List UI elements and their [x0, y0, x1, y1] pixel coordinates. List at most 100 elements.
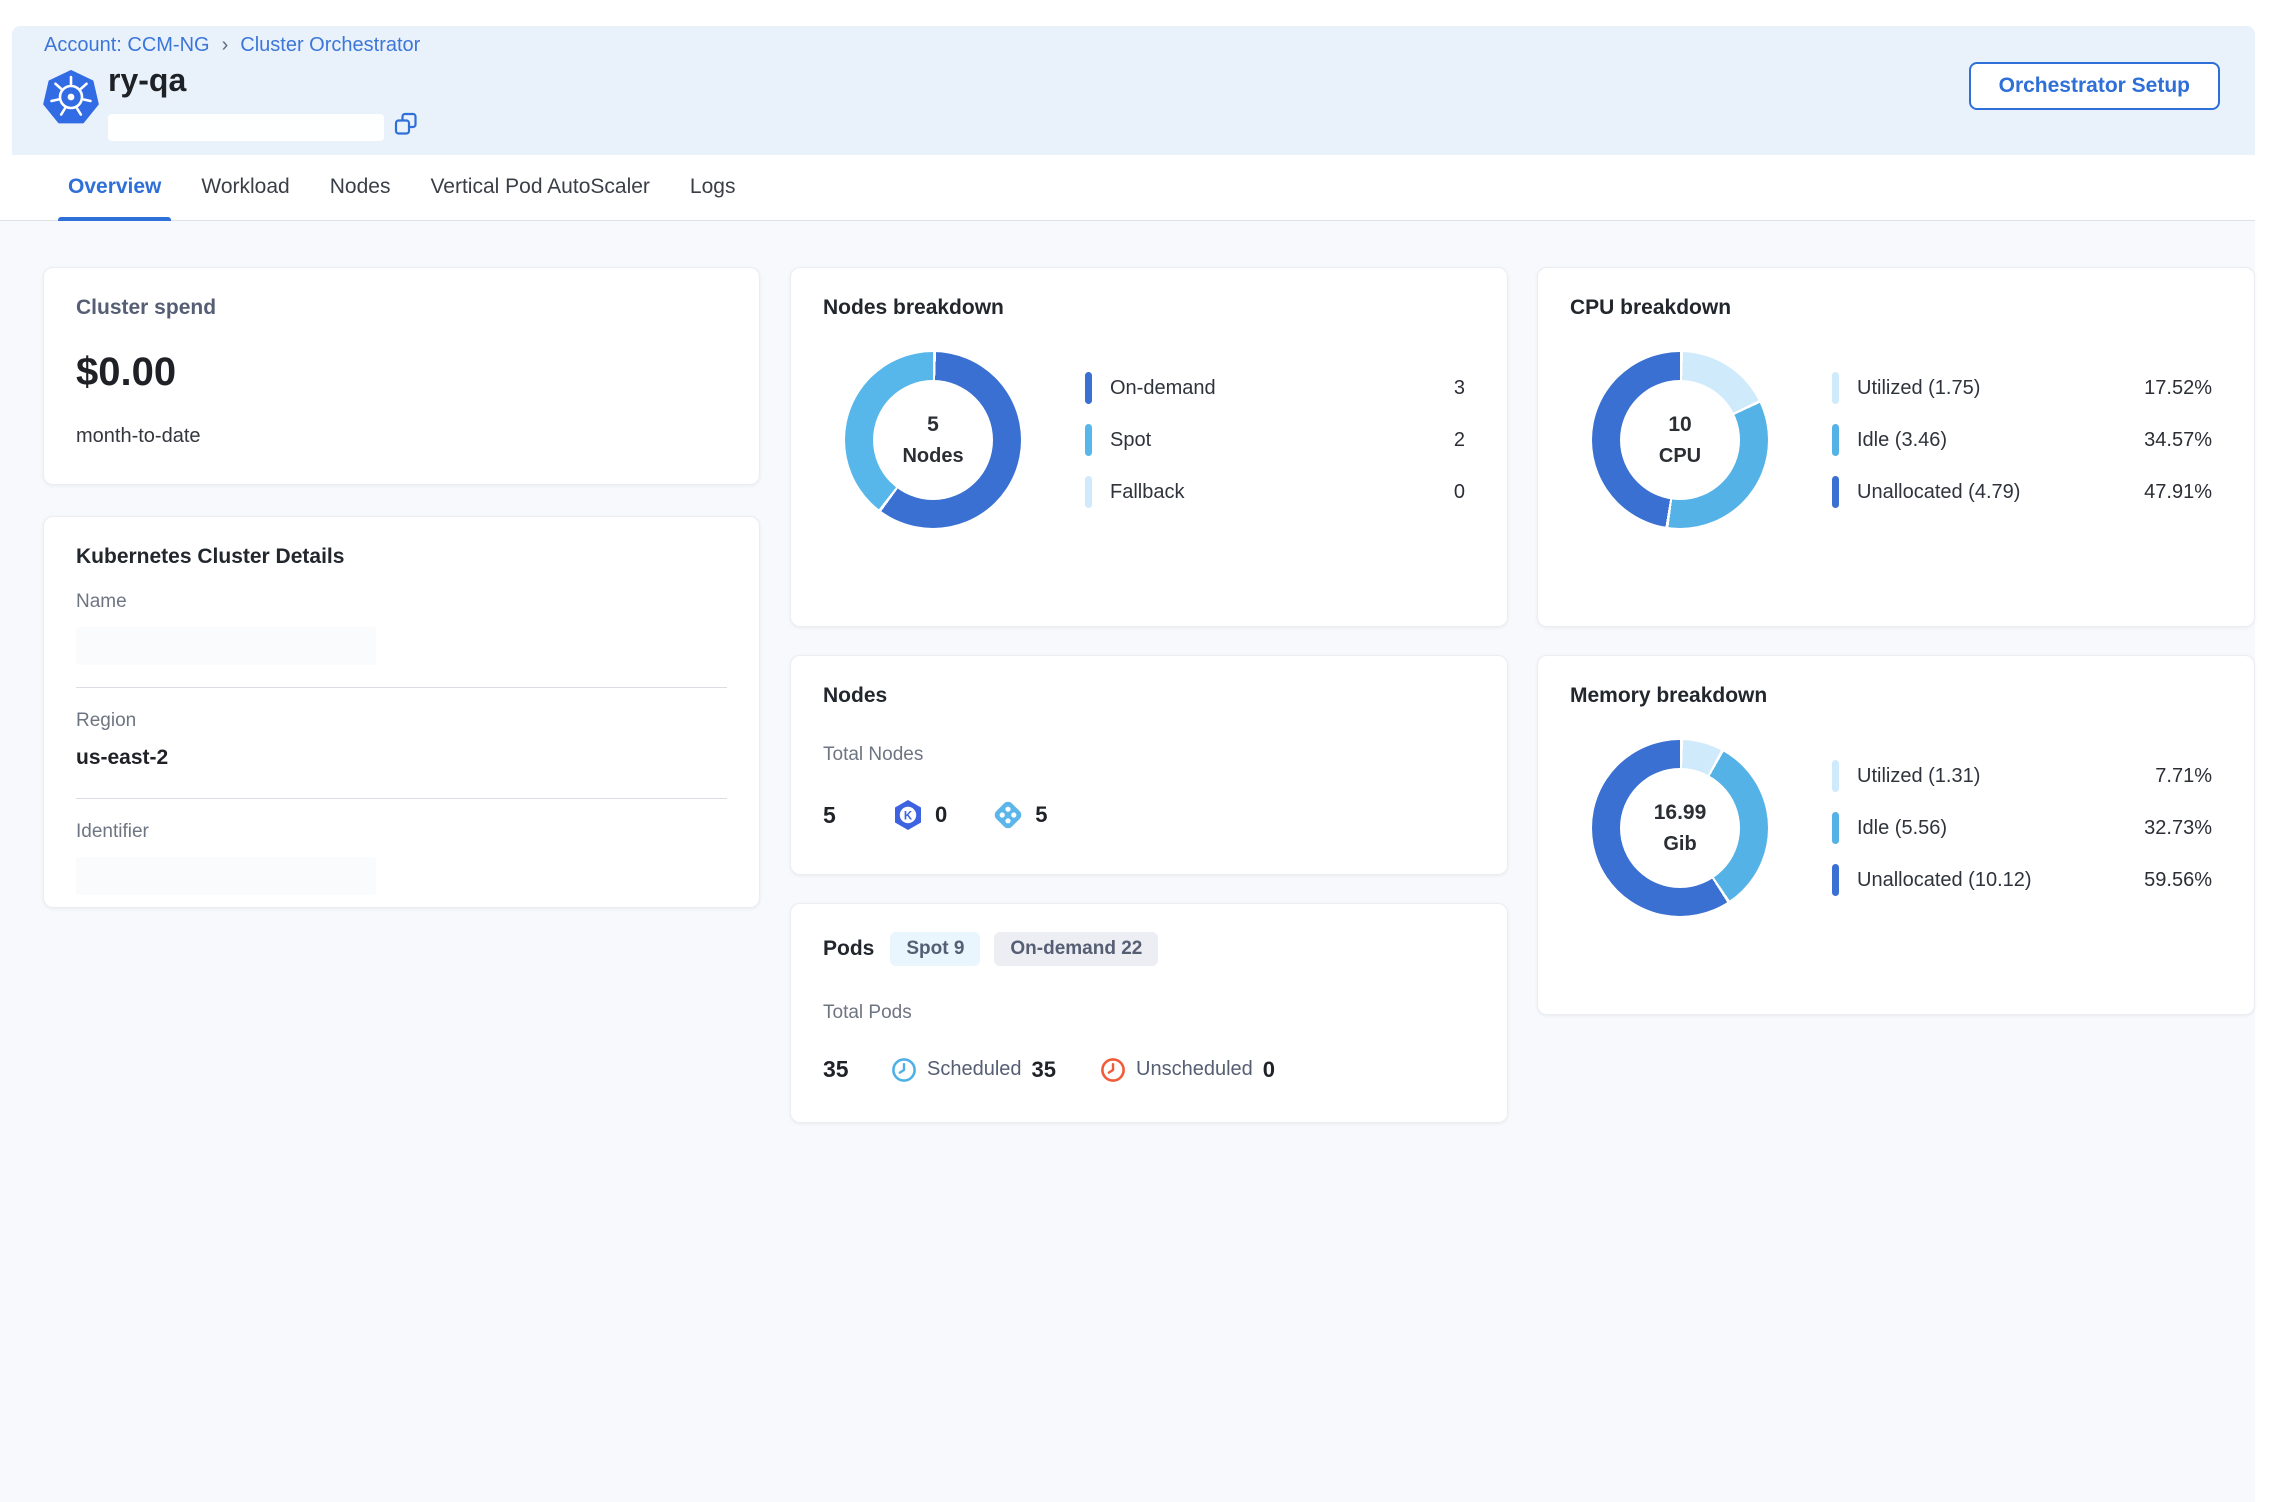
memory_breakdown-legend: Utilized (1.31) 7.71% Idle (5.56) 32.73% Una… — [1832, 759, 2222, 897]
legend-item: Unallocated (4.79) 47.91% — [1832, 475, 2222, 509]
cpu_breakdown-legend: Utilized (1.75) 17.52% Idle (3.46) 34.57% Un… — [1832, 371, 2222, 509]
content-area: Cluster spend $0.00 month-to-date Kubern… — [0, 221, 2255, 1502]
detail-value: us-east-2 — [76, 746, 727, 776]
legend-marker — [1085, 476, 1092, 508]
scheduled-clock-icon — [891, 1057, 917, 1083]
donut-center-value: 5 — [927, 413, 939, 437]
legend-label: Idle (5.56) — [1857, 817, 1947, 840]
nodes_breakdown-donut-center: 5Nodes — [873, 380, 993, 500]
scheduled-pods-stat: Scheduled 35 — [891, 1057, 1056, 1083]
legend-marker — [1832, 812, 1839, 844]
nodes-card: Nodes Total Nodes 5 K 0 — [790, 655, 1508, 875]
spot-diamond-icon — [991, 798, 1025, 832]
nodes_breakdown-legend: On-demand3 Spot2 Fallback 0 — [1085, 371, 1475, 509]
page-title: ry-qa — [108, 62, 186, 99]
cpu_breakdown-donut-chart: 10 CPU — [1592, 352, 1768, 528]
legend-item: On-demand3 — [1085, 371, 1475, 405]
legend-item: Spot2 — [1085, 423, 1475, 457]
detail-value-redacted — [76, 857, 376, 895]
orchestrator-setup-button[interactable]: Orchestrator Setup — [1969, 62, 2220, 110]
legend-value: 7.71% — [2155, 765, 2212, 788]
legend-value: 17.52% — [2144, 377, 2212, 400]
pods-card: Pods Spot 9 On-demand 22 Total Pods 35 Sc… — [790, 903, 1508, 1123]
legend-item: Utilized (1.75) 17.52% — [1832, 371, 2222, 405]
detail-label: Name — [76, 591, 727, 613]
unscheduled-label: Unscheduled — [1136, 1058, 1253, 1081]
legend-label: Unallocated (4.79) — [1857, 481, 2020, 504]
legend-item: Unallocated (10.12) 59.56% — [1832, 863, 2222, 897]
legend-label: Utilized (1.31) — [1857, 765, 1980, 788]
donut-center-value: 10 — [1668, 413, 1691, 437]
detail-field-region: Region us-east-2 — [76, 688, 727, 776]
karpenter-hexagon-icon: K — [891, 798, 925, 832]
breadcrumb-account-link[interactable]: Account: CCM-NG — [44, 34, 210, 57]
cluster-id-redacted — [108, 114, 384, 141]
legend-value: 47.91% — [2144, 481, 2212, 504]
unscheduled-pods-stat: Unscheduled 0 — [1100, 1057, 1275, 1083]
legend-marker — [1832, 372, 1839, 404]
unscheduled-value: 0 — [1263, 1057, 1275, 1083]
scheduled-value: 35 — [1032, 1057, 1056, 1083]
svg-text:K: K — [904, 810, 913, 822]
breadcrumb: Account: CCM-NG › Cluster Orchestrator — [44, 34, 420, 57]
detail-label: Identifier — [76, 821, 727, 843]
breadcrumb-separator-icon: › — [222, 34, 229, 57]
pods-card-title: Pods — [823, 937, 874, 961]
scheduled-label: Scheduled — [927, 1058, 1022, 1081]
detail-label: Region — [76, 710, 727, 732]
legend-value: 0 — [1454, 481, 1465, 504]
kubernetes-logo-icon — [43, 70, 99, 126]
legend-label: On-demand — [1110, 377, 1216, 400]
nodes_breakdown-donut-chart: 5Nodes — [845, 352, 1021, 528]
karpenter-nodes-stat: K 0 — [891, 798, 947, 832]
donut-center-label: CPU — [1659, 445, 1701, 468]
total-nodes-value: 5 — [823, 802, 891, 829]
legend-value: 59.56% — [2144, 869, 2212, 892]
legend-marker — [1085, 424, 1092, 456]
memory_breakdown-title: Memory breakdown — [1570, 684, 2222, 708]
karpenter-nodes-count: 0 — [935, 802, 947, 828]
tab-nodes[interactable]: Nodes — [330, 155, 391, 221]
cluster-orchestrator-page: Account: CCM-NG › Cluster Orchestrator r… — [0, 0, 2278, 1502]
cluster-spend-title: Cluster spend — [76, 296, 727, 320]
legend-label: Spot — [1110, 429, 1151, 452]
legend-marker — [1832, 476, 1839, 508]
cpu-breakdown-card: CPU breakdown 10 CPU Utilized (1.75) 17.52% I… — [1537, 267, 2255, 627]
legend-value: 32.73% — [2144, 817, 2212, 840]
nodes_breakdown-title: Nodes breakdown — [823, 296, 1475, 320]
nodes-card-title: Nodes — [823, 684, 1475, 708]
legend-value: 34.57% — [2144, 429, 2212, 452]
tab-workload[interactable]: Workload — [201, 155, 289, 221]
copy-icon[interactable] — [394, 112, 418, 136]
legend-label: Fallback — [1110, 481, 1184, 504]
detail-value-redacted — [76, 627, 376, 665]
total-pods-label: Total Pods — [823, 1002, 1475, 1024]
cpu_breakdown-title: CPU breakdown — [1570, 296, 2222, 320]
legend-marker — [1085, 372, 1092, 404]
tab-vertical-pod-autoscaler[interactable]: Vertical Pod AutoScaler — [430, 155, 649, 221]
spot-nodes-stat: 5 — [991, 798, 1047, 832]
memory-breakdown-card: Memory breakdown16.99GibUtilized (1.31)7… — [1537, 655, 2255, 1015]
pods-badge-spot-9: Spot 9 — [890, 932, 980, 966]
legend-item: Idle (3.46) 34.57% — [1832, 423, 2222, 457]
legend-item: Fallback 0 — [1085, 475, 1475, 509]
cluster-details-title: Kubernetes Cluster Details — [76, 545, 727, 569]
breadcrumb-page-link[interactable]: Cluster Orchestrator — [240, 34, 420, 57]
legend-label: Unallocated (10.12) — [1857, 869, 2032, 892]
total-pods-value: 35 — [823, 1056, 891, 1083]
total-nodes-label: Total Nodes — [823, 744, 1475, 766]
legend-marker — [1832, 424, 1839, 456]
detail-field-name: Name — [76, 569, 727, 665]
donut-center-value: 16.99 — [1654, 801, 1707, 825]
legend-label: Idle (3.46) — [1857, 429, 1947, 452]
cpu_breakdown-donut-center: 10 CPU — [1620, 380, 1740, 500]
pods-badge-on-demand-22: On-demand 22 — [994, 932, 1158, 966]
legend-item: Idle (5.56) 32.73% — [1832, 811, 2222, 845]
tab-overview[interactable]: Overview — [68, 155, 161, 221]
header-band: Account: CCM-NG › Cluster Orchestrator r… — [12, 26, 2255, 155]
unscheduled-clock-icon — [1100, 1057, 1126, 1083]
cluster-spend-amount: $0.00 — [76, 350, 727, 395]
legend-label: Utilized (1.75) — [1857, 377, 1980, 400]
pods-badges: Spot 9 On-demand 22 — [890, 932, 1158, 966]
tab-logs[interactable]: Logs — [690, 155, 736, 221]
